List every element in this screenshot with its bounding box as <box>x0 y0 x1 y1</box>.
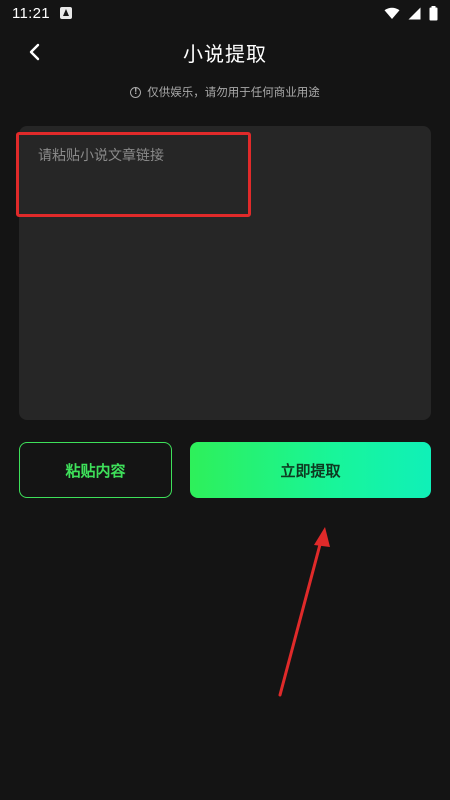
battery-icon <box>429 5 438 20</box>
signal-icon <box>408 7 421 19</box>
status-icons <box>384 5 438 21</box>
novel-link-input[interactable] <box>19 126 431 420</box>
extract-now-button[interactable]: 立即提取 <box>190 442 431 498</box>
disclaimer-text: 仅供娱乐，请勿用于任何商业用途 <box>147 85 320 99</box>
status-bar: 11:21 <box>0 0 450 26</box>
annotation-arrow <box>278 527 330 697</box>
paste-content-button[interactable]: 粘贴内容 <box>19 442 172 498</box>
wifi-icon <box>384 7 400 19</box>
info-icon: ! <box>130 86 142 98</box>
link-input-panel <box>19 126 431 420</box>
page-title: 小说提取 <box>183 42 267 66</box>
app-notification-icon <box>59 7 72 19</box>
nav-bar: 小说提取 <box>0 26 450 78</box>
status-time: 11:21 <box>12 4 50 22</box>
disclaimer: ! 仅供娱乐，请勿用于任何商业用途 <box>0 82 450 102</box>
